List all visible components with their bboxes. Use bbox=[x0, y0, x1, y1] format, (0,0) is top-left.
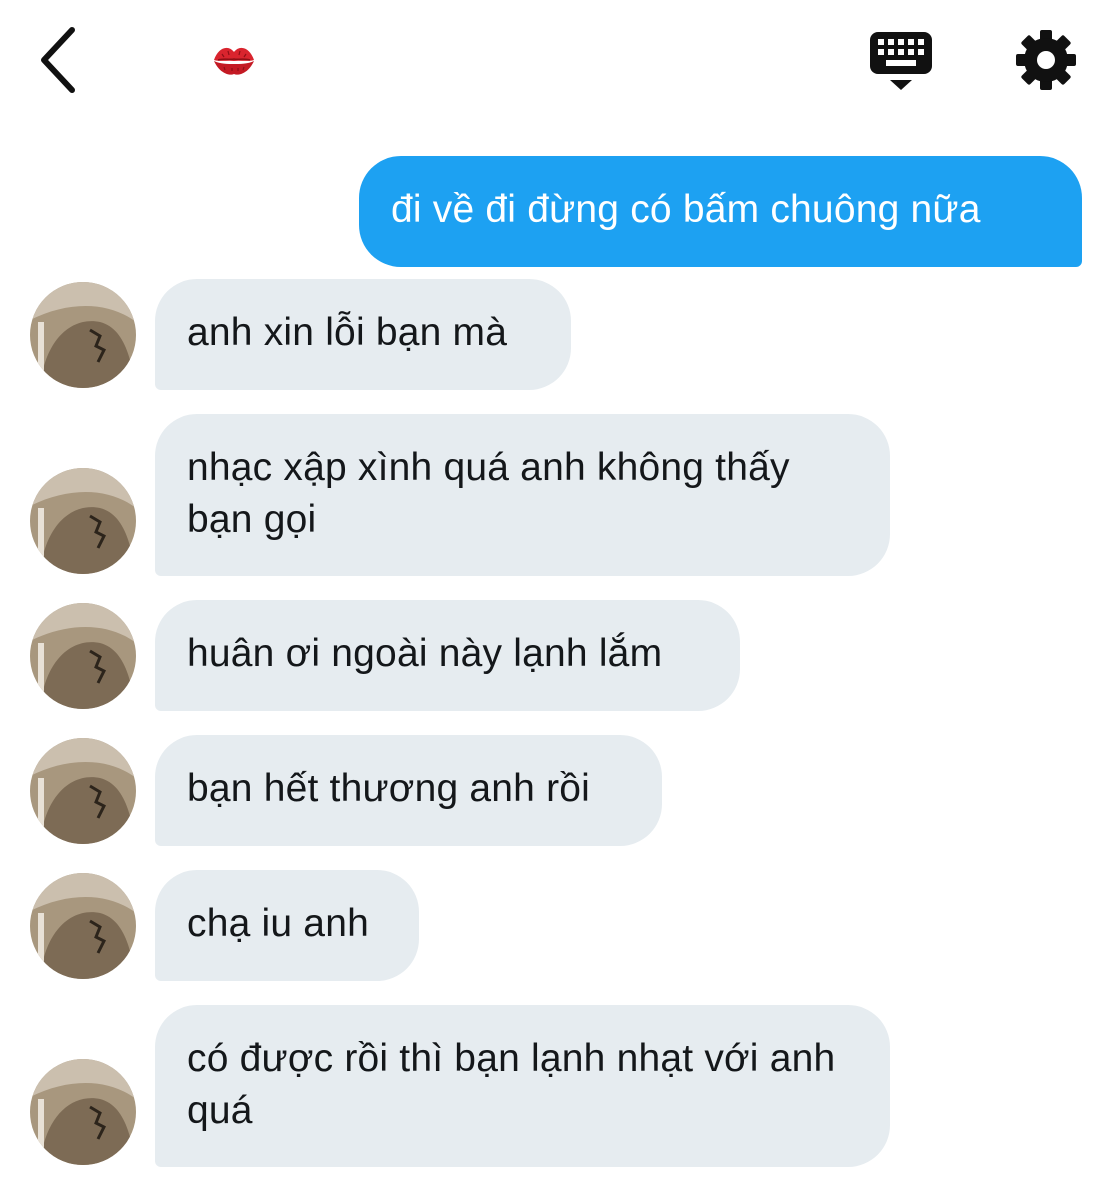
message-text: bạn hết thương anh rồi bbox=[187, 767, 591, 810]
gear-icon bbox=[1016, 30, 1076, 90]
sent-message-bubble[interactable]: đi về đi đừng có bấm chuông nữa bbox=[359, 156, 1082, 267]
message-text: huân ơi ngoài này lạnh lắm bbox=[187, 632, 663, 675]
avatar-photo bbox=[30, 603, 136, 709]
avatar[interactable] bbox=[30, 468, 136, 574]
avatar[interactable] bbox=[30, 603, 136, 709]
received-message-bubble[interactable]: bạn hết thương anh rồi bbox=[155, 735, 662, 846]
avatar-photo bbox=[30, 468, 136, 574]
avatar[interactable] bbox=[30, 1059, 136, 1165]
keyboard-button[interactable] bbox=[868, 28, 936, 94]
received-message-bubble[interactable]: nhạc xập xình quá anh không thấy bạn gọi bbox=[155, 414, 890, 576]
contact-name-kiss-icon[interactable] bbox=[210, 40, 258, 80]
avatar-photo bbox=[30, 738, 136, 844]
avatar-photo bbox=[30, 282, 136, 388]
received-message-bubble[interactable]: huân ơi ngoài này lạnh lắm bbox=[155, 600, 740, 711]
avatar[interactable] bbox=[30, 873, 136, 979]
message-text: anh xin lỗi bạn mà bbox=[187, 311, 508, 354]
conversation-header bbox=[0, 0, 1118, 120]
message-text: chạ iu anh bbox=[187, 902, 369, 945]
message-text: có được rồi thì bạn lạnh nhạt với anh qu… bbox=[187, 1037, 836, 1132]
received-message-bubble[interactable]: anh xin lỗi bạn mà bbox=[155, 279, 571, 390]
received-message-bubble[interactable]: có được rồi thì bạn lạnh nhạt với anh qu… bbox=[155, 1005, 890, 1167]
avatar[interactable] bbox=[30, 282, 136, 388]
message-text: nhạc xập xình quá anh không thấy bạn gọi bbox=[187, 446, 790, 541]
received-message-bubble[interactable]: chạ iu anh bbox=[155, 870, 419, 981]
avatar-photo bbox=[30, 1059, 136, 1165]
settings-button[interactable] bbox=[1012, 26, 1080, 94]
message-text: đi về đi đừng có bấm chuông nữa bbox=[391, 188, 981, 231]
chevron-left-icon bbox=[41, 27, 75, 93]
avatar-photo bbox=[30, 873, 136, 979]
keyboard-icon bbox=[870, 32, 932, 90]
back-button[interactable] bbox=[28, 22, 88, 98]
avatar[interactable] bbox=[30, 738, 136, 844]
